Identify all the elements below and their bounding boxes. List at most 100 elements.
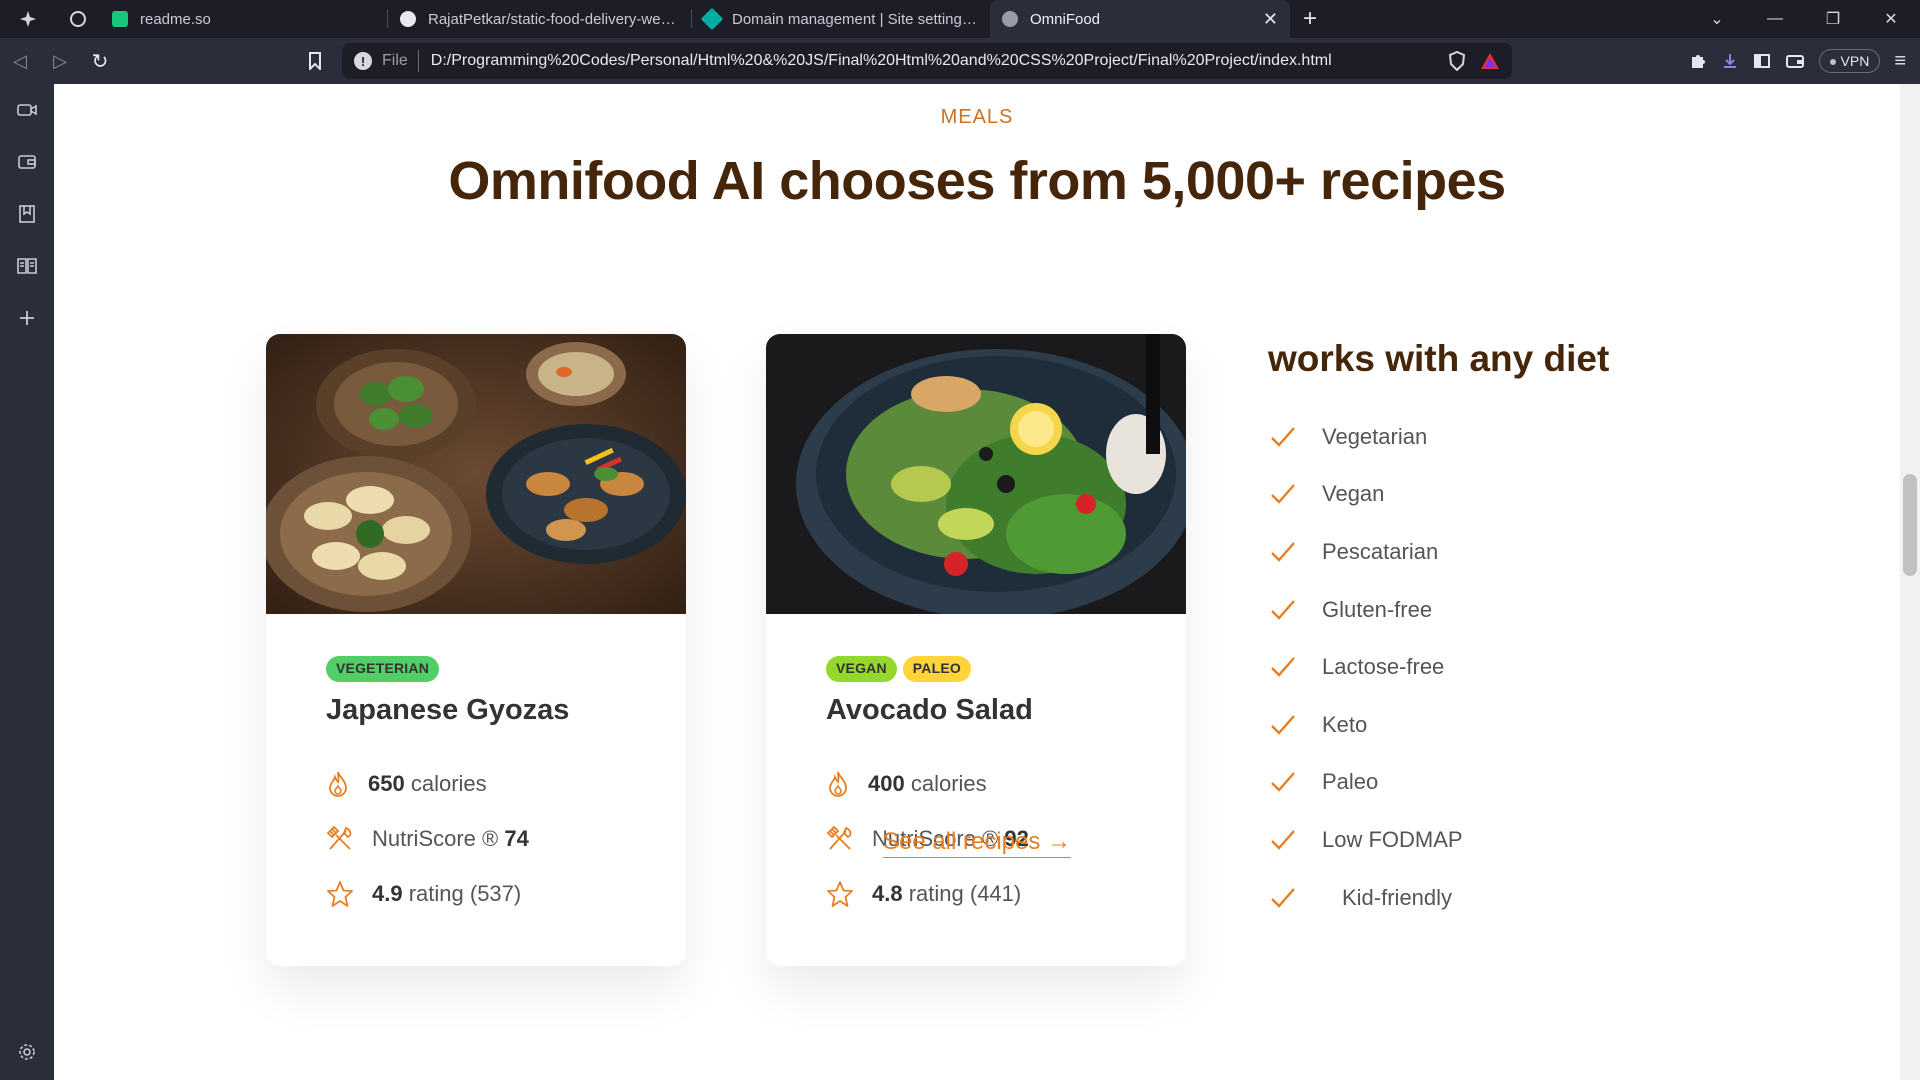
tab-readme[interactable]: readme.so (100, 0, 388, 38)
browser-sidebar (0, 84, 54, 1080)
flame-icon (329, 771, 347, 797)
tab-bar: readme.so RajatPetkar/static-food-delive… (0, 0, 1920, 38)
minimize-icon[interactable]: — (1746, 10, 1804, 28)
window-controls: ⌄ — ❐ ✕ (1688, 0, 1920, 38)
url-text[interactable]: D:/Programming%20Codes/Personal/Html%20&… (431, 52, 1332, 70)
check-icon (1271, 484, 1295, 505)
address-bar[interactable]: ! File D:/Programming%20Codes/Personal/H… (342, 43, 1512, 79)
calories-text: 400 calories (868, 771, 987, 797)
diet-item: Kid-friendly (1268, 869, 1688, 927)
brave-shields-icon[interactable] (1448, 51, 1466, 71)
sidebar-toggle-icon[interactable] (1753, 52, 1771, 70)
diet-label: Vegetarian (1322, 423, 1428, 449)
diet-item: Lactose-free (1268, 638, 1688, 696)
calories-value: 400 (868, 770, 905, 796)
video-call-icon[interactable] (15, 98, 39, 122)
calories-label: calories (910, 770, 987, 796)
openai-icon (70, 11, 86, 27)
new-tab-button[interactable]: + (1290, 0, 1330, 38)
rating-label: rating (537) (408, 880, 522, 906)
diet-item: Pescatarian (1268, 523, 1688, 581)
diets-title: works with any diet (1268, 338, 1610, 379)
tag-vegan: VEGAN (826, 656, 897, 682)
check-icon (1271, 714, 1295, 735)
tab-label: Domain management | Site settings | s (732, 10, 978, 28)
calories-text: 650 calories (368, 771, 487, 797)
see-all-recipes-link[interactable]: See all recipes → (882, 828, 1072, 858)
github-icon (400, 11, 416, 27)
page-scrollbar[interactable] (1900, 84, 1920, 1080)
meal-card: VEGAN PALEO Avocado Salad 400 calories N… (766, 334, 1186, 966)
restore-icon[interactable]: ❐ (1804, 9, 1862, 29)
flame-icon (829, 771, 847, 797)
rating-value: 4.9 (372, 880, 403, 906)
tab-search-icon[interactable]: ⌄ (1688, 9, 1746, 29)
meal-tags: VEGAN PALEO (826, 656, 1126, 682)
close-tab-icon[interactable]: ✕ (1249, 9, 1278, 30)
tab-label: RajatPetkar/static-food-delivery-website (428, 10, 680, 28)
check-icon (1271, 427, 1295, 447)
tab-label: OmniFood (1030, 10, 1101, 28)
extensions-icon[interactable] (1689, 52, 1707, 70)
browser-toolbar: ◁ ▷ ↻ ! File D:/Programming%20Codes/Pers… (0, 38, 1920, 84)
menu-icon[interactable]: ≡ (1894, 50, 1906, 73)
star-icon (327, 880, 353, 907)
meal-title: Japanese Gyozas (326, 694, 570, 726)
rating-text: 4.9 rating (537) (372, 881, 521, 907)
meal-calories: 650 calories (326, 767, 626, 800)
downloads-icon[interactable] (1721, 52, 1739, 70)
sidebar-settings-icon[interactable] (15, 1040, 39, 1064)
page-viewport: MEALS Omnifood AI chooses from 5,000+ re… (54, 84, 1920, 1080)
diet-label: Gluten-free (1322, 596, 1433, 622)
meal-title: Avocado Salad (826, 694, 1033, 726)
diet-item: Vegan (1268, 466, 1688, 524)
bookmarks-sidebar-icon[interactable] (15, 202, 39, 226)
reload-icon[interactable]: ↻ (80, 38, 120, 84)
wallet-icon[interactable] (1785, 52, 1805, 70)
readme-icon (112, 11, 128, 27)
tab-omnifood[interactable]: OmniFood ✕ (990, 0, 1290, 38)
globe-icon (1002, 11, 1018, 27)
forward-icon[interactable]: ▷ (40, 38, 80, 84)
tab-domain-management[interactable]: Domain management | Site settings | s (692, 0, 990, 38)
meal-image-gyozas (266, 334, 686, 614)
bookmark-icon[interactable] (300, 38, 330, 84)
wallet-sidebar-icon[interactable] (15, 150, 39, 174)
meal-calories: 400 calories (826, 767, 1126, 800)
meal-content: VEGETERIAN Japanese Gyozas 650 calories … (266, 614, 686, 910)
url-scheme: File (382, 52, 408, 69)
tab-github[interactable]: RajatPetkar/static-food-delivery-website (388, 0, 692, 38)
site-info-icon[interactable]: ! (354, 52, 372, 70)
url-divider (417, 50, 419, 72)
vpn-button[interactable]: VPN (1818, 49, 1881, 73)
leo-ai-icon[interactable] (0, 0, 56, 38)
diet-label: Lactose-free (1322, 654, 1445, 680)
check-icon (1271, 657, 1295, 677)
brave-rewards-icon[interactable] (1480, 52, 1500, 70)
check-icon (1271, 887, 1295, 908)
url-actions (1448, 51, 1500, 71)
reading-list-icon[interactable] (15, 254, 39, 278)
diet-item: Keto (1268, 696, 1688, 754)
rating-value: 4.8 (872, 880, 903, 906)
diet-item: Paleo (1268, 754, 1688, 812)
calories-value: 650 (368, 770, 405, 796)
tab-chatgpt[interactable] (56, 0, 100, 38)
rating-text: 4.8 rating (441) (872, 881, 1021, 907)
meal-image-avocado-salad (766, 334, 1186, 614)
all-recipes-wrapper: See all recipes → (54, 828, 1900, 858)
diet-label: Keto (1322, 711, 1368, 737)
close-window-icon[interactable]: ✕ (1862, 9, 1920, 29)
meals-heading: Omnifood AI chooses from 5,000+ recipes (448, 151, 1506, 211)
toolbar-actions: VPN ≡ (1689, 38, 1920, 84)
diet-label: Pescatarian (1322, 538, 1439, 564)
add-sidebar-item-icon[interactable] (15, 306, 39, 330)
check-icon (1271, 772, 1295, 793)
scrollbar-thumb[interactable] (1903, 474, 1917, 576)
back-icon[interactable]: ◁ (0, 38, 40, 84)
meals-subheading: MEALS (940, 106, 1014, 128)
rating-label: rating (441) (908, 880, 1022, 906)
diet-label: Vegan (1322, 481, 1385, 507)
diet-item: Gluten-free (1268, 581, 1688, 639)
netlify-icon (700, 7, 724, 31)
